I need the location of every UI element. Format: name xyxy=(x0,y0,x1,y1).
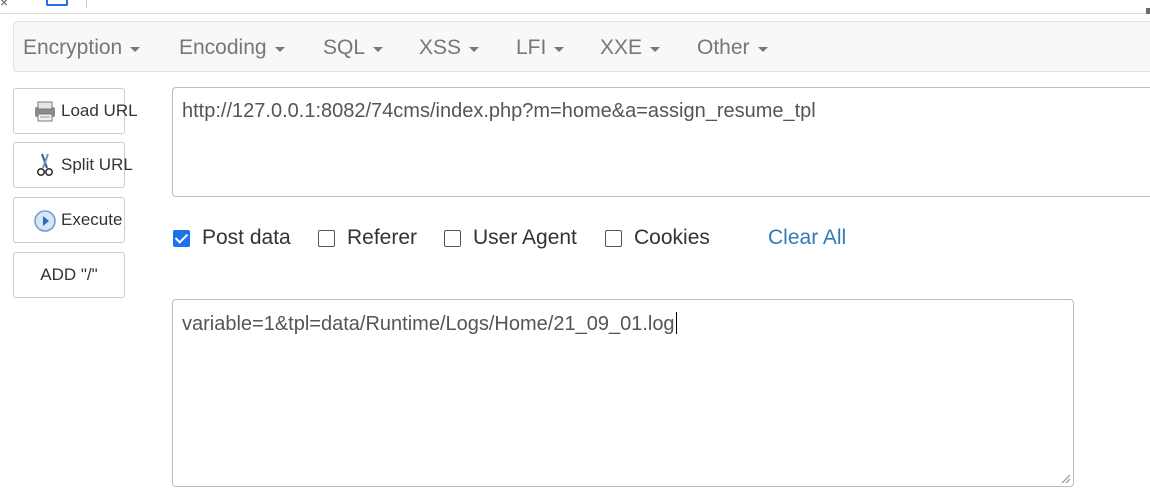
menu-label: Encoding xyxy=(179,35,267,59)
caret-down-icon xyxy=(373,46,384,52)
scrollbar-handle[interactable] xyxy=(1146,8,1150,14)
split-url-label: Split URL xyxy=(61,155,133,174)
referer-label: Referer xyxy=(347,226,418,249)
post-data-value: variable=1&tpl=data/Runtime/Logs/Home/21… xyxy=(182,313,675,335)
browser-top-strip: × xyxy=(0,0,1150,14)
resize-grip-icon[interactable] xyxy=(1059,472,1071,484)
cookies-checkbox[interactable] xyxy=(605,229,622,247)
cookies-label: Cookies xyxy=(634,226,710,249)
menu-bar: Encryption Encoding SQL XSS LFI XXE Othe… xyxy=(13,21,1150,72)
post-data-option[interactable]: Post data xyxy=(173,224,291,252)
sidebar-icon[interactable] xyxy=(46,0,68,6)
menu-other[interactable]: Other xyxy=(697,22,768,73)
user-agent-checkbox[interactable] xyxy=(444,229,461,247)
menu-encryption[interactable]: Encryption xyxy=(23,22,141,73)
execute-label: Execute xyxy=(61,210,123,229)
menu-label: XXE xyxy=(600,35,643,59)
menu-xss[interactable]: XSS xyxy=(419,22,480,73)
play-icon xyxy=(34,210,56,232)
menu-label: Other xyxy=(697,35,750,59)
load-url-label: Load URL xyxy=(61,101,138,120)
caret-down-icon xyxy=(757,46,768,52)
post-data-checkbox[interactable] xyxy=(173,229,190,247)
cookies-option[interactable]: Cookies xyxy=(605,224,710,252)
close-icon[interactable]: × xyxy=(0,0,8,10)
url-value: http://127.0.0.1:8082/74cms/index.php?m=… xyxy=(182,100,816,122)
user-agent-option[interactable]: User Agent xyxy=(444,224,577,252)
execute-button[interactable]: Execute xyxy=(13,197,125,243)
caret-down-icon xyxy=(274,46,285,52)
caret-down-icon xyxy=(554,46,565,52)
menu-lfi[interactable]: LFI xyxy=(516,22,565,73)
menu-label: Encryption xyxy=(23,35,123,59)
scissors-icon xyxy=(37,153,54,177)
post-data-textarea[interactable]: variable=1&tpl=data/Runtime/Logs/Home/21… xyxy=(172,299,1074,487)
text-cursor xyxy=(675,312,677,334)
clear-all-link[interactable]: Clear All xyxy=(768,224,846,252)
referer-checkbox[interactable] xyxy=(318,229,335,247)
divider xyxy=(86,0,87,8)
referer-option[interactable]: Referer xyxy=(318,224,417,252)
user-agent-label: User Agent xyxy=(473,226,577,249)
menu-encoding[interactable]: Encoding xyxy=(179,22,285,73)
caret-down-icon xyxy=(130,46,141,52)
add-slash-label: ADD "/" xyxy=(40,265,98,284)
menu-xxe[interactable]: XXE xyxy=(600,22,661,73)
printer-icon xyxy=(35,101,55,122)
menu-label: LFI xyxy=(516,35,547,59)
split-url-button[interactable]: Split URL xyxy=(13,142,133,188)
menu-label: SQL xyxy=(323,35,366,59)
load-url-button[interactable]: Load URL xyxy=(13,88,138,134)
menu-sql[interactable]: SQL xyxy=(323,22,384,73)
url-input[interactable]: http://127.0.0.1:8082/74cms/index.php?m=… xyxy=(172,87,1150,197)
caret-down-icon xyxy=(469,46,480,52)
menu-label: XSS xyxy=(419,35,462,59)
post-data-label: Post data xyxy=(202,226,291,249)
add-slash-button[interactable]: ADD "/" xyxy=(13,252,125,298)
caret-down-icon xyxy=(650,46,661,52)
